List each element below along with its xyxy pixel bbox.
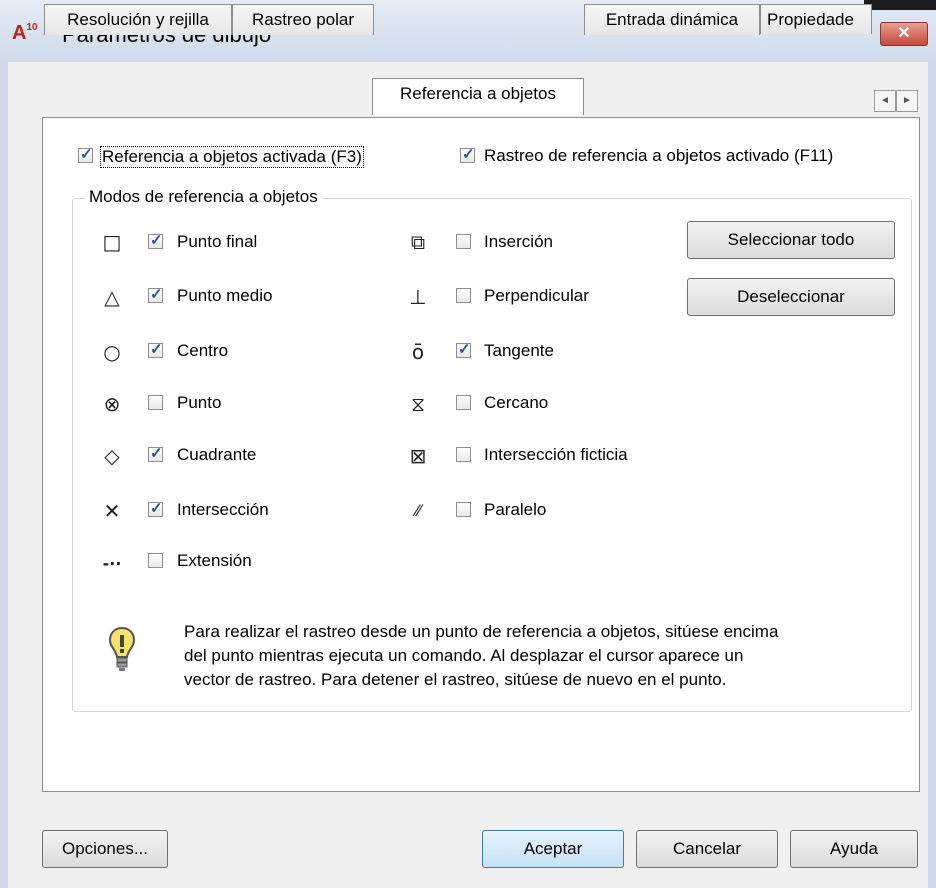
midpoint-icon: △ bbox=[104, 285, 120, 309]
cancel-button[interactable]: Cancelar bbox=[636, 830, 778, 868]
tab-object-snap[interactable]: Referencia a objetos bbox=[372, 78, 584, 115]
tab-scroll-left-icon[interactable]: ◄ bbox=[874, 90, 896, 112]
endpoint-checkbox[interactable] bbox=[148, 231, 163, 249]
tab-properties[interactable]: Propiedade bbox=[760, 4, 872, 34]
perpendicular-checkbox[interactable] bbox=[456, 288, 471, 303]
nearest-checkbox[interactable] bbox=[456, 395, 471, 410]
midpoint-checkbox[interactable] bbox=[148, 285, 163, 303]
window-frame-left bbox=[0, 62, 8, 888]
perpendicular-label[interactable]: Perpendicular bbox=[484, 286, 589, 306]
nearest-icon: ⧖ bbox=[410, 392, 426, 416]
close-button[interactable]: ✕ bbox=[880, 22, 928, 46]
select-all-button[interactable]: Seleccionar todo bbox=[687, 221, 895, 259]
quadrant-label[interactable]: Cuadrante bbox=[177, 445, 256, 465]
nearest-label[interactable]: Cercano bbox=[484, 393, 548, 413]
osnap-on-label[interactable]: Referencia a objetos activada (F3) bbox=[100, 146, 364, 168]
tangent-label[interactable]: Tangente bbox=[484, 341, 554, 361]
autocad-logo-icon: A10 bbox=[12, 22, 38, 44]
deselect-all-button[interactable]: Deseleccionar bbox=[687, 278, 895, 316]
center-label[interactable]: Centro bbox=[177, 341, 228, 361]
quadrant-icon: ◇ bbox=[104, 444, 120, 468]
intersection-label[interactable]: Intersección bbox=[177, 500, 269, 520]
apparent-intersection-checkbox[interactable] bbox=[456, 447, 471, 462]
tab-scroll-right-icon[interactable]: ► bbox=[896, 90, 918, 112]
help-button[interactable]: Ayuda bbox=[790, 830, 918, 868]
parallel-checkbox[interactable] bbox=[456, 502, 471, 517]
midpoint-label[interactable]: Punto medio bbox=[177, 286, 272, 306]
apparent-intersection-icon: ⊠ bbox=[409, 444, 427, 468]
endpoint-icon: □ bbox=[102, 230, 122, 254]
tangent-icon: ō bbox=[411, 340, 425, 364]
intersection-icon: ✕ bbox=[103, 499, 121, 523]
options-button[interactable]: Opciones... bbox=[42, 830, 168, 868]
window-frame-right bbox=[928, 62, 936, 888]
apparent-intersection-label[interactable]: Intersección ficticia bbox=[484, 445, 628, 465]
tab-dynamic-input[interactable]: Entrada dinámica bbox=[584, 4, 760, 35]
center-icon: ○ bbox=[103, 340, 121, 364]
parallel-icon: ⁄⁄ bbox=[415, 501, 421, 520]
insertion-checkbox[interactable] bbox=[456, 234, 471, 249]
extension-icon: -·· bbox=[102, 554, 122, 573]
node-checkbox[interactable] bbox=[148, 395, 163, 410]
extension-checkbox[interactable] bbox=[148, 553, 163, 568]
accept-button[interactable]: Aceptar bbox=[482, 830, 624, 868]
lightbulb-icon bbox=[108, 626, 136, 671]
center-checkbox[interactable] bbox=[148, 340, 163, 358]
insertion-label[interactable]: Inserción bbox=[484, 232, 553, 252]
tab-snap-grid[interactable]: Resolución y rejilla bbox=[44, 4, 232, 35]
quadrant-checkbox[interactable] bbox=[148, 444, 163, 462]
tangent-checkbox[interactable] bbox=[456, 340, 471, 358]
extension-label[interactable]: Extensión bbox=[177, 551, 252, 571]
background-window-edge bbox=[864, 0, 936, 10]
endpoint-label[interactable]: Punto final bbox=[177, 232, 257, 252]
tracking-hint-text: Para realizar el rastreo desde un punto … bbox=[184, 622, 779, 689]
insertion-icon: ⧉ bbox=[410, 230, 426, 254]
osnap-tracking-label[interactable]: Rastreo de referencia a objetos activado… bbox=[484, 146, 833, 166]
intersection-checkbox[interactable] bbox=[148, 499, 163, 517]
node-label[interactable]: Punto bbox=[177, 393, 221, 413]
osnap-on-checkbox[interactable] bbox=[78, 145, 93, 163]
osnap-tracking-checkbox[interactable] bbox=[460, 145, 475, 163]
tab-polar-tracking[interactable]: Rastreo polar bbox=[232, 4, 374, 35]
parallel-label[interactable]: Paralelo bbox=[484, 500, 546, 520]
node-icon: ⊗ bbox=[103, 392, 121, 416]
drawing-settings-dialog: A10 Parámetros de dibujo ✕ Resolución y … bbox=[0, 0, 936, 888]
perpendicular-icon: ⊥ bbox=[409, 285, 427, 309]
snap-modes-group-title: Modos de referencia a objetos bbox=[85, 187, 322, 207]
